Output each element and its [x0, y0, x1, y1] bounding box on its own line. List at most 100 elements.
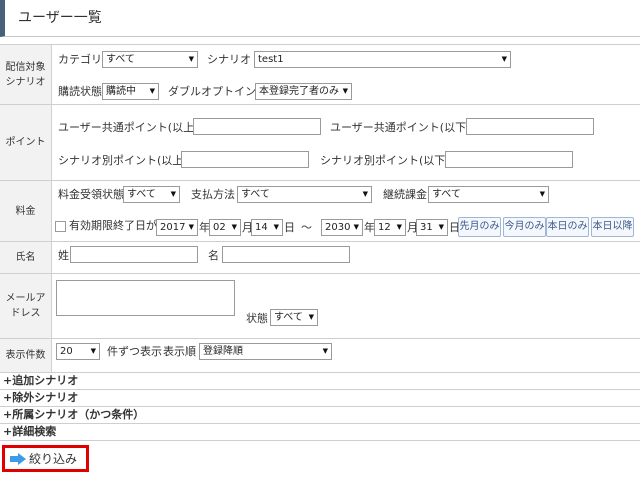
chevron-down-icon: ▼ [362, 190, 368, 198]
expiry-checkbox[interactable] [55, 221, 66, 232]
chevron-down-icon: ▼ [149, 87, 155, 95]
from-day-value: 14 [255, 222, 268, 233]
scenario-point-max-label: シナリオ別ポイント(以下) [320, 154, 450, 167]
chevron-down-icon: ▼ [396, 223, 402, 231]
expiry-label: 有効期限終了日が [69, 219, 157, 232]
divider [0, 104, 640, 105]
chevron-down-icon: ▼ [342, 87, 348, 95]
per-page-label: 件ずつ表示 [107, 345, 162, 358]
subscription-label: 購読状態 [58, 85, 102, 98]
page-title: ユーザー一覧 [0, 0, 640, 37]
day-unit: 日 [284, 221, 295, 234]
divider [0, 406, 640, 407]
subscription-select[interactable]: 購読中 ▼ [102, 83, 159, 100]
today-only-button[interactable]: 本日のみ [546, 217, 589, 237]
to-year-select[interactable]: 2030 ▼ [321, 219, 363, 236]
section-excluded-scenario[interactable]: +除外シナリオ [3, 391, 78, 405]
display-count-label-text: 表示件数 [5, 350, 46, 361]
from-year-select[interactable]: 2017 ▼ [156, 219, 198, 236]
category-select[interactable]: すべて ▼ [102, 51, 198, 68]
scenario-select-value: test1 [258, 54, 284, 65]
divider [0, 44, 640, 45]
divider [0, 338, 640, 339]
scenario-label: シナリオ [207, 53, 251, 66]
points-label-text: ポイント [5, 137, 46, 148]
from-day-select[interactable]: 14 ▼ [251, 219, 283, 236]
to-day-value: 31 [420, 222, 433, 233]
first-name-input[interactable] [222, 246, 350, 263]
last-name-input[interactable] [70, 246, 198, 263]
payment-status-select[interactable]: すべて ▼ [123, 186, 180, 203]
display-count-label: 表示件数 [0, 339, 52, 372]
common-point-min-label: ユーザー共通ポイント(以上) [58, 121, 199, 134]
email-status-label: 状態 [246, 312, 268, 325]
section-additional-scenario[interactable]: +追加シナリオ [3, 374, 78, 388]
payment-status-label: 料金受領状態 [58, 188, 124, 201]
last-month-button[interactable]: 先月のみ [458, 217, 501, 237]
subscription-select-value: 購読中 [106, 86, 136, 97]
divider [0, 180, 640, 181]
chevron-down-icon: ▼ [231, 223, 237, 231]
payment-method-select[interactable]: すべて ▼ [237, 186, 372, 203]
filter-button[interactable]: 絞り込み [2, 445, 89, 472]
to-month-select[interactable]: 12 ▼ [374, 219, 406, 236]
from-month-select[interactable]: 02 ▼ [209, 219, 241, 236]
email-status-select[interactable]: すべて ▼ [270, 309, 318, 326]
chevron-down-icon: ▼ [501, 55, 507, 63]
double-optin-select-value: 本登録完了者のみ [259, 86, 339, 97]
points-label: ポイント [0, 105, 52, 180]
email-label-text: メールアドレス [5, 293, 46, 319]
double-optin-label: ダブルオプトイン [168, 85, 256, 98]
scenario-select[interactable]: test1 ▼ [254, 51, 511, 68]
from-month-value: 02 [213, 222, 226, 233]
common-point-max-input[interactable] [466, 118, 594, 135]
double-optin-select[interactable]: 本登録完了者のみ ▼ [255, 83, 352, 100]
common-point-max-label: ユーザー共通ポイント(以下) [330, 121, 471, 134]
display-order-label: 表示順 [163, 345, 196, 358]
chevron-down-icon: ▼ [188, 55, 194, 63]
recurring-billing-select[interactable]: すべて ▼ [428, 186, 549, 203]
common-point-min-input[interactable] [193, 118, 321, 135]
recurring-billing-label: 継続課金 [383, 188, 427, 201]
chevron-down-icon: ▼ [170, 190, 176, 198]
from-year-value: 2017 [160, 222, 186, 233]
divider [0, 440, 640, 441]
arrow-right-icon [10, 452, 26, 465]
to-year-value: 2030 [325, 222, 351, 233]
first-name-label: 名 [208, 249, 219, 262]
fee-label: 料金 [0, 181, 52, 241]
delivery-target-label: 配信対象シナリオ [0, 45, 52, 104]
scenario-point-min-input[interactable] [181, 151, 309, 168]
scenario-point-max-input[interactable] [445, 151, 573, 168]
section-belonging-scenario[interactable]: +所属シナリオ（かつ条件） [3, 408, 144, 422]
payment-status-select-value: すべて [127, 189, 156, 200]
category-select-value: すべて [106, 54, 135, 65]
chevron-down-icon: ▼ [539, 190, 545, 198]
category-label: カテゴリ [58, 53, 102, 66]
display-count-select[interactable]: 20 ▼ [56, 343, 100, 360]
divider [0, 423, 640, 424]
chevron-down-icon: ▼ [188, 223, 194, 231]
email-status-select-value: すべて [274, 312, 303, 323]
name-label-text: 氏名 [15, 252, 36, 263]
email-label: メールアドレス [0, 274, 52, 338]
display-order-value: 登録降順 [203, 346, 243, 357]
email-textarea[interactable] [56, 280, 235, 316]
chevron-down-icon: ▼ [322, 347, 328, 355]
last-name-label: 姓 [58, 249, 69, 262]
payment-method-select-value: すべて [241, 189, 270, 200]
to-month-value: 12 [378, 222, 391, 233]
display-order-select[interactable]: 登録降順 ▼ [199, 343, 332, 360]
filter-button-label: 絞り込み [29, 452, 78, 466]
section-detailed-search[interactable]: +詳細検索 [3, 425, 56, 439]
delivery-target-label-text: 配信対象シナリオ [5, 61, 46, 88]
chevron-down-icon: ▼ [353, 223, 359, 231]
this-month-button[interactable]: 今月のみ [503, 217, 546, 237]
chevron-down-icon: ▼ [308, 313, 314, 321]
chevron-down-icon: ▼ [90, 347, 96, 355]
after-today-button[interactable]: 本日以降 [591, 217, 634, 237]
divider [0, 273, 640, 274]
payment-method-label: 支払方法 [191, 188, 235, 201]
to-day-select[interactable]: 31 ▼ [416, 219, 448, 236]
recurring-billing-select-value: すべて [432, 189, 461, 200]
